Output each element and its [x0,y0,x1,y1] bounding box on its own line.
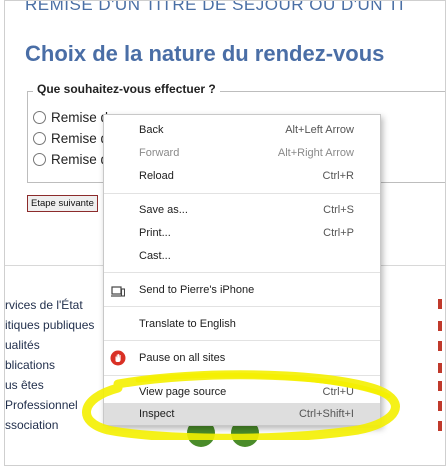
menu-separator [104,340,380,341]
menu-separator [104,193,380,194]
menu-item-forward[interactable]: Forward Alt+Right Arrow [104,142,380,164]
radio-button[interactable] [33,132,46,145]
menu-item-back[interactable]: Back Alt+Left Arrow [104,119,380,141]
footer-marker [438,401,442,411]
radio-option-3[interactable]: Remise d [33,152,108,167]
menu-item-label: Print... [139,227,171,239]
footer-marker [438,381,442,391]
menu-item-shortcut: Ctrl+Shift+I [298,408,354,420]
menu-item-shortcut: Ctrl+R [322,170,354,182]
radio-button[interactable] [33,153,46,166]
menu-separator [104,306,380,307]
footer-link[interactable]: Professionnel [5,398,78,412]
context-menu: Back Alt+Left Arrow Forward Alt+Right Ar… [103,114,381,426]
footer-link[interactable]: ssociation [5,418,58,432]
footer-marker [438,363,442,373]
footer-link[interactable]: ualités [5,338,40,352]
menu-item-label: Back [139,124,164,136]
page-top-title: REMISE D'UN TITRE DE SEJOUR OU D'UN TI [25,0,405,14]
radio-label: Remise d [51,131,109,146]
menu-item-shortcut: Ctrl+S [323,204,354,216]
menu-item-translate[interactable]: Translate to English [104,313,380,335]
menu-item-inspect[interactable]: Inspect Ctrl+Shift+I [104,403,380,425]
menu-item-shortcut: Alt+Right Arrow [277,147,354,159]
menu-item-label: Inspect [139,408,175,420]
form-legend: Que souhaitez-vous effectuer ? [33,82,220,96]
menu-item-shortcut: Ctrl+P [323,227,354,239]
stop-hand-icon [110,350,126,366]
footer-marker [438,421,442,431]
radio-label: Remise d [51,110,109,125]
radio-option-1[interactable]: Remise d [33,110,108,125]
footer-link[interactable]: itiques publiques [5,318,94,332]
menu-item-pause-all-sites[interactable]: Pause on all sites [104,347,380,369]
menu-separator [104,375,380,376]
footer-link[interactable]: us êtes [5,378,44,392]
page-title: Choix de la nature du rendez-vous [25,41,385,66]
menu-item-cast[interactable]: Cast... [104,245,380,267]
device-icon [111,284,126,297]
radio-label: Remise d [51,152,109,167]
menu-separator [104,272,380,273]
menu-item-label: Send to Pierre's iPhone [139,284,255,296]
menu-item-label: View page source [139,386,227,398]
menu-item-save-as[interactable]: Save as... Ctrl+S [104,199,380,221]
menu-item-label: Reload [139,170,174,182]
menu-item-label: Cast... [139,250,171,262]
footer-link[interactable]: blications [5,358,55,372]
menu-item-print[interactable]: Print... Ctrl+P [104,222,380,244]
menu-item-label: Save as... [139,204,188,216]
menu-item-label: Pause on all sites [139,352,226,364]
footer-marker [438,321,442,331]
menu-item-reload[interactable]: Reload Ctrl+R [104,165,380,187]
radio-button[interactable] [33,111,46,124]
next-step-button[interactable]: Etape suivante [27,195,98,212]
menu-item-view-source[interactable]: View page source Ctrl+U [104,381,380,403]
radio-option-2[interactable]: Remise d [33,131,108,146]
menu-item-send-to-device[interactable]: Send to Pierre's iPhone [104,279,380,301]
menu-item-shortcut: Alt+Left Arrow [285,124,354,136]
menu-item-label: Translate to English [139,318,236,330]
footer-marker [438,299,442,309]
menu-item-shortcut: Ctrl+U [322,386,354,398]
menu-item-label: Forward [139,147,180,159]
footer-marker [438,341,442,351]
footer-link[interactable]: rvices de l'État [5,298,83,312]
